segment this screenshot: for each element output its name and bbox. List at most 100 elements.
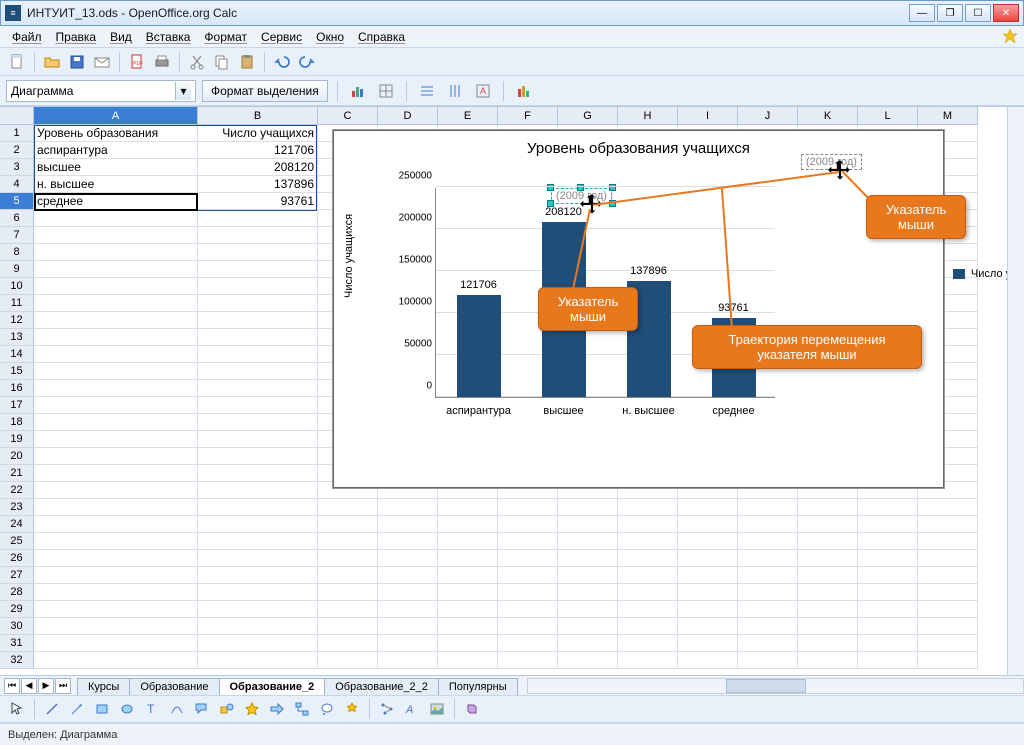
cell-D32[interactable] xyxy=(378,652,438,669)
cell-M27[interactable] xyxy=(918,567,978,584)
cell-K24[interactable] xyxy=(798,516,858,533)
row-header-26[interactable]: 26 xyxy=(0,550,34,567)
cell-G23[interactable] xyxy=(558,499,618,516)
paste-icon[interactable] xyxy=(236,51,258,73)
cell-E25[interactable] xyxy=(438,533,498,550)
cell-E30[interactable] xyxy=(438,618,498,635)
cell-M26[interactable] xyxy=(918,550,978,567)
chart-legend[interactable]: Число учащихся xyxy=(953,268,1007,280)
cell-A19[interactable] xyxy=(34,431,198,448)
row-header-27[interactable]: 27 xyxy=(0,567,34,584)
cell-J26[interactable] xyxy=(738,550,798,567)
menu-edit[interactable]: Правка xyxy=(50,28,103,46)
cell-H25[interactable] xyxy=(618,533,678,550)
column-header-J[interactable]: J xyxy=(738,107,798,125)
cell-L32[interactable] xyxy=(858,652,918,669)
cell-C29[interactable] xyxy=(318,601,378,618)
cell-B5[interactable]: 93761 xyxy=(198,193,318,210)
cell-B24[interactable] xyxy=(198,516,318,533)
cell-B17[interactable] xyxy=(198,397,318,414)
cell-E27[interactable] xyxy=(438,567,498,584)
cell-A28[interactable] xyxy=(34,584,198,601)
menu-insert[interactable]: Вставка xyxy=(140,28,197,46)
cell-K28[interactable] xyxy=(798,584,858,601)
cell-C25[interactable] xyxy=(318,533,378,550)
cell-G32[interactable] xyxy=(558,652,618,669)
cell-M25[interactable] xyxy=(918,533,978,550)
cut-icon[interactable] xyxy=(186,51,208,73)
print-icon[interactable] xyxy=(151,51,173,73)
cell-D29[interactable] xyxy=(378,601,438,618)
cell-D25[interactable] xyxy=(378,533,438,550)
y-axis-label[interactable]: Число учащихся xyxy=(343,214,355,298)
cell-E29[interactable] xyxy=(438,601,498,618)
cell-E23[interactable] xyxy=(438,499,498,516)
cell-L29[interactable] xyxy=(858,601,918,618)
cell-M31[interactable] xyxy=(918,635,978,652)
callouts-icon[interactable] xyxy=(316,698,338,720)
cell-E31[interactable] xyxy=(438,635,498,652)
symbol-shapes-icon[interactable] xyxy=(241,698,263,720)
cell-B8[interactable] xyxy=(198,244,318,261)
cell-I28[interactable] xyxy=(678,584,738,601)
column-header-M[interactable]: M xyxy=(918,107,978,125)
cell-I29[interactable] xyxy=(678,601,738,618)
column-header-H[interactable]: H xyxy=(618,107,678,125)
cell-F27[interactable] xyxy=(498,567,558,584)
cell-I23[interactable] xyxy=(678,499,738,516)
callout-tool-icon[interactable] xyxy=(191,698,213,720)
cell-B9[interactable] xyxy=(198,261,318,278)
column-header-I[interactable]: I xyxy=(678,107,738,125)
cell-D28[interactable] xyxy=(378,584,438,601)
cell-L31[interactable] xyxy=(858,635,918,652)
cell-K23[interactable] xyxy=(798,499,858,516)
cell-F28[interactable] xyxy=(498,584,558,601)
row-header-32[interactable]: 32 xyxy=(0,652,34,669)
cell-K26[interactable] xyxy=(798,550,858,567)
chart-type-icon[interactable] xyxy=(347,80,369,102)
row-header-30[interactable]: 30 xyxy=(0,618,34,635)
row-header-22[interactable]: 22 xyxy=(0,482,34,499)
cell-B3[interactable]: 208120 xyxy=(198,159,318,176)
save-icon[interactable] xyxy=(66,51,88,73)
cell-B18[interactable] xyxy=(198,414,318,431)
cell-B23[interactable] xyxy=(198,499,318,516)
cell-J25[interactable] xyxy=(738,533,798,550)
cell-C28[interactable] xyxy=(318,584,378,601)
cell-A24[interactable] xyxy=(34,516,198,533)
cell-K30[interactable] xyxy=(798,618,858,635)
cell-B25[interactable] xyxy=(198,533,318,550)
cell-B4[interactable]: 137896 xyxy=(198,176,318,193)
cell-D30[interactable] xyxy=(378,618,438,635)
row-header-4[interactable]: 4 xyxy=(0,176,34,193)
text-tool-icon[interactable]: T xyxy=(141,698,163,720)
row-header-23[interactable]: 23 xyxy=(0,499,34,516)
cell-A21[interactable] xyxy=(34,465,198,482)
cell-I24[interactable] xyxy=(678,516,738,533)
sheet-tab-0[interactable]: Курсы xyxy=(77,678,130,695)
cell-H31[interactable] xyxy=(618,635,678,652)
cell-B30[interactable] xyxy=(198,618,318,635)
row-header-6[interactable]: 6 xyxy=(0,210,34,227)
row-header-9[interactable]: 9 xyxy=(0,261,34,278)
cell-I27[interactable] xyxy=(678,567,738,584)
cell-A1[interactable]: Уровень образования xyxy=(34,125,198,142)
cell-F26[interactable] xyxy=(498,550,558,567)
column-header-A[interactable]: A xyxy=(34,107,198,125)
stars-icon[interactable] xyxy=(341,698,363,720)
cell-J28[interactable] xyxy=(738,584,798,601)
cell-A9[interactable] xyxy=(34,261,198,278)
cell-A16[interactable] xyxy=(34,380,198,397)
cell-A32[interactable] xyxy=(34,652,198,669)
column-header-B[interactable]: B xyxy=(198,107,318,125)
cell-B27[interactable] xyxy=(198,567,318,584)
cell-H26[interactable] xyxy=(618,550,678,567)
close-button[interactable]: ✕ xyxy=(993,4,1019,22)
menu-view[interactable]: Вид xyxy=(104,28,138,46)
cell-J27[interactable] xyxy=(738,567,798,584)
export-pdf-icon[interactable]: PDF xyxy=(126,51,148,73)
cell-F30[interactable] xyxy=(498,618,558,635)
row-header-1[interactable]: 1 xyxy=(0,125,34,142)
cell-I25[interactable] xyxy=(678,533,738,550)
cell-E28[interactable] xyxy=(438,584,498,601)
